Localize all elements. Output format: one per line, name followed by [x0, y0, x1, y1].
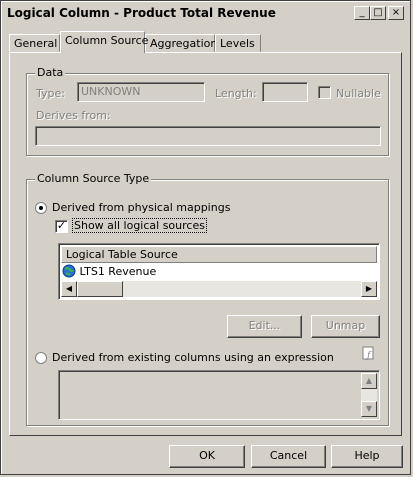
- physical-mappings-radio[interactable]: [35, 202, 47, 214]
- tab-aggregation[interactable]: Aggregation: [145, 34, 217, 52]
- column-source-type-legend: Column Source Type: [35, 172, 152, 185]
- logical-table-source-header[interactable]: Logical Table Source: [61, 246, 377, 263]
- nullable-checkbox[interactable]: [318, 86, 331, 99]
- table-row[interactable]: LTS1 Revenue: [62, 264, 156, 279]
- type-label: Type:: [36, 87, 65, 100]
- length-label: Length:: [215, 87, 257, 100]
- length-field[interactable]: [262, 82, 308, 102]
- derives-from-field[interactable]: [35, 126, 381, 146]
- expression-field[interactable]: ▲ ▼: [58, 370, 380, 420]
- show-all-sources-label: Show all logical sources: [72, 218, 207, 233]
- close-icon: ×: [391, 7, 401, 18]
- tab-levels[interactable]: Levels: [215, 34, 261, 52]
- edit-button[interactable]: Edit...: [227, 315, 302, 338]
- title-bar: Logical Column - Product Total Revenue _…: [3, 3, 408, 23]
- horizontal-scroll-thumb[interactable]: [77, 281, 123, 297]
- minimize-button[interactable]: _: [354, 6, 370, 20]
- window-title: Logical Column - Product Total Revenue: [7, 6, 276, 20]
- tab-panel: Data Type: UNKNOWN Length: Nullable Deri…: [9, 52, 402, 436]
- scroll-right-button[interactable]: ▶: [361, 281, 377, 297]
- vertical-scroll-track[interactable]: [361, 389, 377, 401]
- tab-general[interactable]: General: [9, 34, 60, 52]
- expression-radio[interactable]: [35, 352, 47, 364]
- scroll-down-button[interactable]: ▼: [361, 401, 377, 417]
- unmap-button[interactable]: Unmap: [311, 315, 380, 338]
- dialog-window: Logical Column - Product Total Revenue _…: [0, 0, 411, 475]
- minimize-icon: _: [359, 7, 365, 18]
- physical-mappings-label: Derived from physical mappings: [52, 201, 231, 214]
- show-all-sources-checkbox[interactable]: ✓: [55, 220, 68, 233]
- help-button[interactable]: Help: [331, 445, 403, 468]
- column-source-type-group: Column Source Type Derived from physical…: [26, 172, 389, 426]
- data-group: Data Type: UNKNOWN Length: Nullable Deri…: [26, 66, 389, 156]
- close-button[interactable]: ×: [388, 6, 404, 20]
- horizontal-scroll-track[interactable]: [123, 281, 361, 297]
- maximize-icon: □: [373, 7, 383, 18]
- logical-table-source-list[interactable]: Logical Table Source LTS1 Revenue ◀ ▶: [58, 243, 380, 300]
- globe-icon: [62, 264, 76, 278]
- ok-button[interactable]: OK: [169, 445, 245, 468]
- scroll-left-button[interactable]: ◀: [61, 281, 77, 297]
- tab-column-source[interactable]: Column Source: [60, 31, 148, 53]
- scroll-up-button[interactable]: ▲: [361, 373, 377, 389]
- type-field[interactable]: UNKNOWN: [77, 82, 205, 102]
- nullable-label: Nullable: [336, 87, 381, 100]
- expression-builder-icon[interactable]: f: [362, 346, 376, 360]
- data-group-legend: Data: [35, 66, 66, 79]
- derives-from-label: Derives from:: [36, 109, 111, 122]
- expression-option-label: Derived from existing columns using an e…: [52, 351, 334, 364]
- table-row-label: LTS1 Revenue: [79, 265, 157, 278]
- cancel-button[interactable]: Cancel: [251, 445, 326, 468]
- maximize-button[interactable]: □: [370, 6, 386, 20]
